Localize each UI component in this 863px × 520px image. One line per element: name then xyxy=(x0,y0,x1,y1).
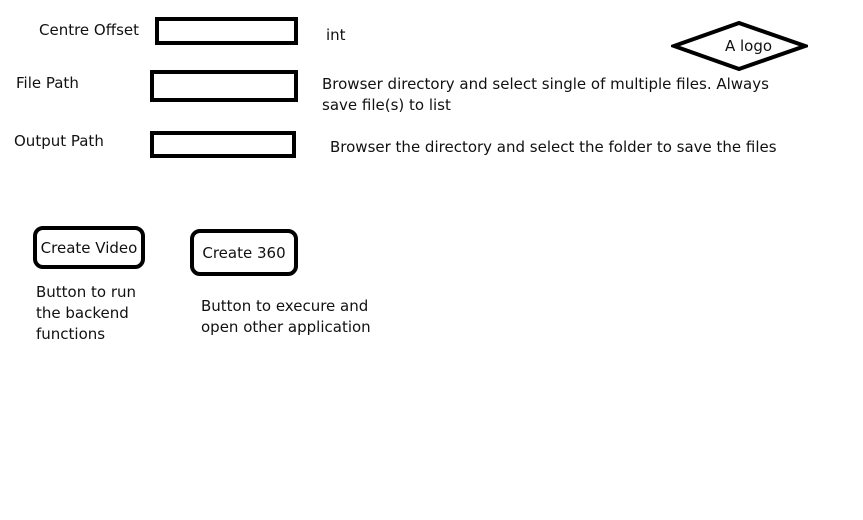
create-video-button[interactable]: Create Video xyxy=(33,226,145,269)
file-path-input[interactable] xyxy=(150,70,298,102)
create-360-button[interactable]: Create 360 xyxy=(190,229,298,276)
output-path-hint: Browser the directory and select the fol… xyxy=(330,138,777,156)
create-video-note: Button to run the backend functions xyxy=(36,283,137,343)
file-path-hint: Browser directory and select single of m… xyxy=(322,75,769,114)
logo: A logo xyxy=(671,20,808,72)
centre-offset-label: Centre Offset xyxy=(39,21,139,39)
centre-offset-hint: int xyxy=(326,26,346,44)
output-path-input[interactable] xyxy=(150,131,296,158)
logo-text: A logo xyxy=(724,37,773,55)
centre-offset-input[interactable] xyxy=(155,17,298,45)
file-path-label: File Path xyxy=(16,74,79,92)
output-path-label: Output Path xyxy=(14,132,104,150)
create-360-note: Button to execure and open other applica… xyxy=(201,297,371,336)
